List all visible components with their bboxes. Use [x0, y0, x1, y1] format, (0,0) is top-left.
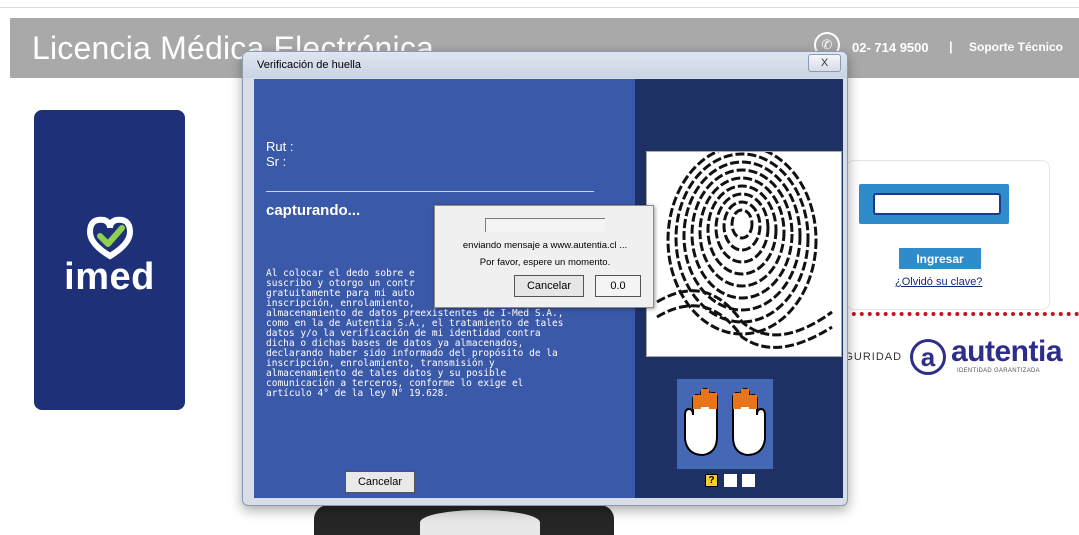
- progress-bar: [485, 218, 605, 232]
- dialog-title: Verificación de huella: [257, 59, 361, 71]
- imed-brand-card: imed: [34, 110, 185, 410]
- close-button[interactable]: X: [808, 54, 841, 72]
- capture-status: capturando...: [266, 202, 361, 219]
- login-panel: Ingresar ¿Olvidó su clave?: [846, 160, 1050, 310]
- fingerprint-panel: ?: [635, 79, 843, 498]
- dialog-titlebar[interactable]: Verificación de huella X: [243, 52, 847, 78]
- forgot-password-link[interactable]: ¿Olvidó su clave?: [895, 276, 982, 288]
- username-input[interactable]: [873, 193, 1001, 215]
- fingerprint-icon: [656, 144, 833, 349]
- progress-counter: 0.0: [595, 275, 641, 297]
- dotted-indicator-line: [820, 312, 1079, 316]
- finger-unknown-indicator[interactable]: ?: [705, 474, 718, 487]
- autentia-logo-icon: a: [910, 339, 946, 375]
- progress-dialog: enviando mensaje a www.autentia.cl ... P…: [434, 205, 654, 308]
- background-photo-shirt: [420, 510, 540, 535]
- support-phone: 02- 714 9500: [852, 40, 929, 55]
- imed-logo: imed: [64, 256, 155, 298]
- rut-label: Rut :: [266, 139, 294, 154]
- hands-selector[interactable]: [677, 379, 773, 469]
- progress-cancel-button[interactable]: Cancelar: [514, 275, 584, 297]
- ingresar-button[interactable]: Ingresar: [899, 248, 981, 269]
- hands-icon: [684, 387, 766, 457]
- progress-message: enviando mensaje a www.autentia.cl ...: [462, 240, 628, 251]
- consent-line: artículo 4° de la ley N° 19.628.: [266, 388, 450, 399]
- progress-wait-message: Por favor, espere un momento.: [479, 257, 611, 268]
- username-field-frame: [859, 184, 1009, 224]
- autentia-logo: autentia: [951, 335, 1063, 368]
- sr-label: Sr :: [266, 154, 287, 169]
- finger-slot-indicator[interactable]: [724, 474, 737, 487]
- screen: Licencia Médica Electrónica ✆ 02- 714 95…: [0, 0, 1079, 535]
- support-link[interactable]: Soporte Técnico: [969, 40, 1063, 54]
- fingerprint-image: [646, 144, 842, 357]
- imed-check-icon: [86, 216, 134, 260]
- divider: [266, 191, 594, 192]
- cancel-button[interactable]: Cancelar: [345, 471, 415, 493]
- finger-slot-indicator[interactable]: [742, 474, 755, 487]
- top-stripe: [0, 0, 1079, 8]
- autentia-tagline: IDENTIDAD GARANTIZADA: [957, 368, 1040, 374]
- header-separator: |: [949, 39, 953, 54]
